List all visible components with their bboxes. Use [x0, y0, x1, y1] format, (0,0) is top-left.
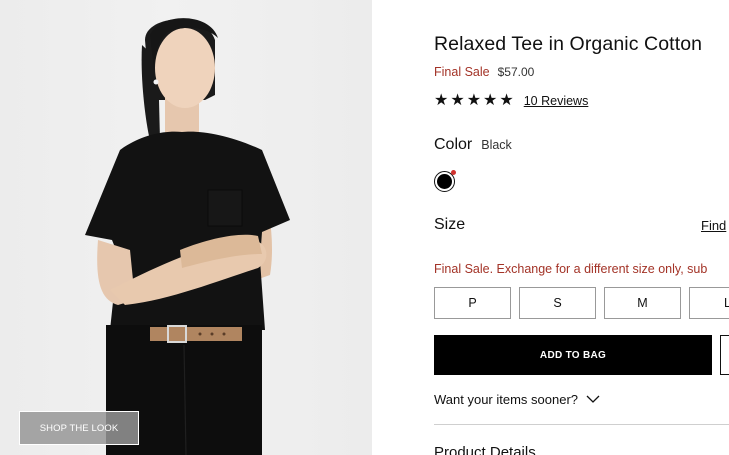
color-label: Color [434, 136, 473, 153]
final-sale-notice: Final Sale. Exchange for a different siz… [434, 262, 708, 276]
divider [434, 424, 729, 425]
reviews-link[interactable]: 10 Reviews [524, 94, 589, 108]
product-price: $57.00 [497, 65, 535, 79]
size-option-m[interactable]: M [604, 287, 681, 319]
product-info: Relaxed Tee in Organic Cotton Final Sale… [434, 0, 729, 455]
star-icon: ★ [434, 92, 449, 109]
size-label: Size [434, 216, 466, 233]
size-option-s[interactable]: S [519, 287, 596, 319]
size-row: Size Find [434, 216, 729, 236]
star-icon: ★ [499, 92, 514, 109]
star-rating: ★ ★ ★ ★ ★ [434, 93, 514, 109]
shop-the-look-button[interactable]: SHOP THE LOOK [19, 411, 139, 445]
wishlist-button[interactable] [720, 335, 729, 375]
final-sale-dot [451, 170, 456, 175]
final-sale-label: Final Sale [434, 65, 490, 79]
size-options: P S M L [434, 287, 729, 319]
chevron-down-icon [586, 395, 600, 403]
rating-row: ★ ★ ★ ★ ★ 10 Reviews [434, 93, 588, 109]
size-option-p[interactable]: P [434, 287, 511, 319]
star-icon: ★ [466, 92, 482, 109]
model-illustration [85, 18, 290, 455]
delivery-options-toggle[interactable]: Want your items sooner? [434, 392, 600, 407]
size-guide-link[interactable]: Find [701, 218, 726, 233]
color-swatch-black[interactable] [434, 170, 456, 192]
add-to-bag-button[interactable]: ADD TO BAG [434, 335, 712, 375]
size-option-l[interactable]: L [689, 287, 729, 319]
swatch-fill [437, 174, 452, 189]
product-title: Relaxed Tee in Organic Cotton [434, 33, 703, 55]
product-image[interactable]: SHOP THE LOOK [0, 0, 372, 455]
price-row: Final Sale $57.00 [434, 65, 534, 79]
star-icon: ★ [450, 92, 465, 109]
delivery-options-label: Want your items sooner? [434, 392, 579, 407]
star-icon: ★ [483, 92, 498, 109]
product-details-accordion[interactable]: Product Details [434, 444, 536, 455]
color-row: Color Black [434, 136, 512, 154]
color-value: Black [481, 138, 512, 152]
